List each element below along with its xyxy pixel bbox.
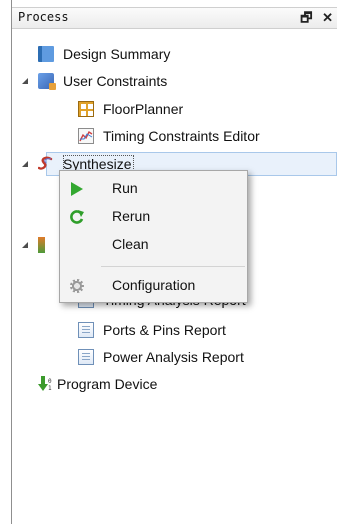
menu-item-label: Configuration (112, 277, 196, 293)
expanded-arrow-icon[interactable] (22, 161, 29, 168)
gear-icon (70, 279, 84, 293)
menu-item-rerun[interactable]: Rerun (60, 203, 247, 230)
menu-item-clean[interactable]: Clean (60, 231, 247, 258)
menu-item-label: Clean (112, 236, 149, 252)
tree-item-label: User Constraints (63, 73, 168, 89)
close-icon[interactable]: ✕ (322, 10, 333, 25)
svg-text:1: 1 (48, 385, 52, 392)
menu-separator (101, 266, 245, 267)
tree-item-label: Ports & Pins Report (103, 322, 226, 338)
synthesize-icon (38, 156, 54, 172)
reports-icon (38, 237, 45, 253)
download-icon: 0 1 (38, 376, 54, 392)
report-doc-icon (78, 349, 94, 365)
window-left-edge (0, 0, 12, 524)
svg-text:0: 0 (48, 378, 52, 385)
process-panel: Process 🗗 ✕ Design Summary User Constrai… (12, 0, 337, 524)
book-icon (38, 46, 54, 62)
float-icon[interactable]: 🗗 (300, 10, 312, 25)
panel-title: Process (18, 10, 69, 24)
expanded-arrow-icon[interactable] (22, 242, 29, 249)
menu-item-label: Rerun (112, 208, 151, 224)
refresh-icon (69, 209, 85, 225)
report-doc-icon (78, 322, 94, 338)
constraints-icon (38, 73, 56, 90)
tree-item-label: FloorPlanner (103, 101, 184, 117)
play-icon (71, 182, 83, 196)
timing-chart-icon (78, 128, 94, 144)
menu-item-label: Run (112, 180, 138, 196)
panel-title-bar: Process 🗗 ✕ (12, 7, 337, 29)
tree-item-label: Power Analysis Report (103, 349, 244, 365)
tree-item-label: Timing Constraints Editor (103, 128, 260, 144)
floorplanner-icon (78, 101, 94, 117)
context-menu: Run Rerun Clean Configuration (59, 170, 248, 303)
title-buttons: 🗗 ✕ (294, 9, 333, 31)
expanded-arrow-icon[interactable] (22, 78, 29, 85)
menu-item-configuration[interactable]: Configuration (60, 272, 247, 299)
menu-item-run[interactable]: Run (60, 175, 247, 202)
tree-item-label: Design Summary (63, 46, 171, 62)
tree-item-label: Program Device (57, 376, 158, 392)
